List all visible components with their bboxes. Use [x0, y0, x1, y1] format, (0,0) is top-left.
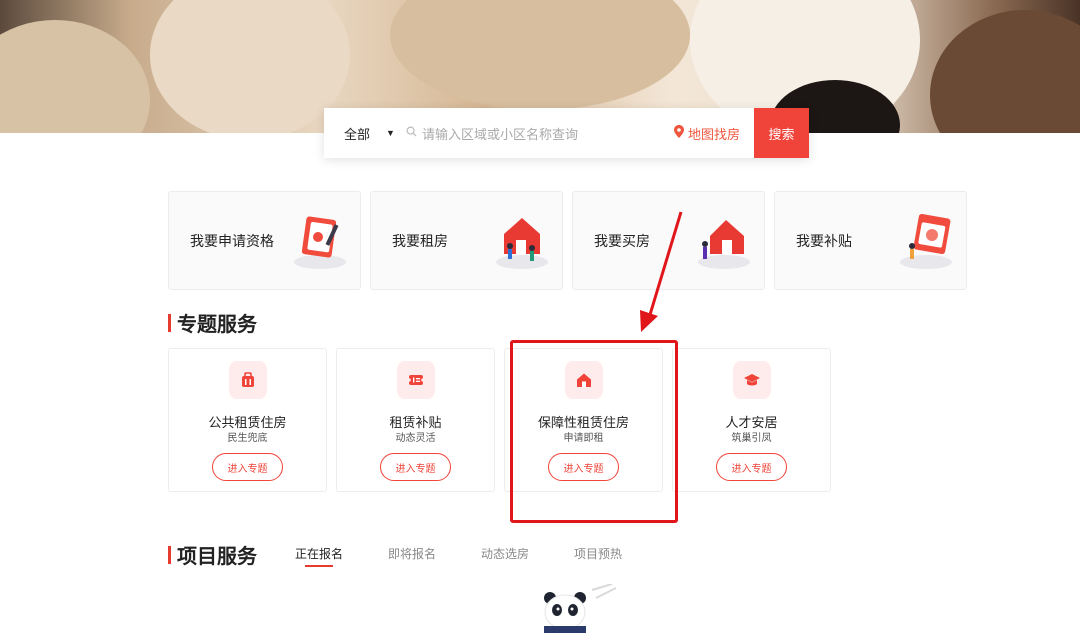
topic-cards: 公共租赁住房 民生兜底 进入专题 租赁补贴 动态灵活 进入专题 保障性租赁住房 … [168, 348, 831, 492]
ticket-icon [397, 361, 435, 399]
map-search-label: 地图找房 [687, 126, 740, 142]
rent-house-icon [496, 218, 548, 269]
topic-subtitle: 动态灵活 [395, 433, 436, 444]
search-bar: 全部 ▼ 请输入区域或小区名称查询 地图找房 搜索 [324, 108, 809, 158]
title-accent-bar [168, 545, 171, 564]
project-tabs: 正在报名 即将报名 动态选房 项目预热 [295, 545, 622, 567]
card-subsidy[interactable]: 我要补贴 [774, 191, 967, 290]
card-label: 我要买房 [594, 232, 650, 249]
search-input[interactable]: 请输入区域或小区名称查询 [406, 124, 674, 143]
tab-upcoming[interactable]: 即将报名 [388, 545, 436, 562]
project-section-title-text: 项目服务 [177, 546, 257, 568]
highlight-box [510, 340, 678, 523]
suitcase-icon [229, 361, 267, 399]
enter-topic-button[interactable]: 进入专题 [212, 453, 283, 481]
caret-down-icon: ▼ [386, 128, 395, 138]
hero-sofa-left [0, 20, 150, 133]
search-scope-label: 全部 [344, 126, 371, 142]
search-button[interactable]: 搜索 [754, 108, 809, 158]
quick-service-cards: 我要申请资格 我要租房 我要买房 我要补贴 [168, 191, 967, 290]
card-buy-house[interactable]: 我要买房 [572, 191, 765, 290]
topic-section-title: 专题服务 [168, 308, 257, 337]
buy-house-icon [698, 220, 750, 269]
tab-dynamic-selection[interactable]: 动态选房 [481, 545, 529, 562]
search-placeholder: 请输入区域或小区名称查询 [422, 126, 579, 142]
topic-subtitle: 筑巢引凤 [731, 433, 772, 444]
hero-sofa-right [930, 10, 1080, 133]
hero-blanket [390, 0, 690, 110]
search-scope-select[interactable]: 全部 ▼ [324, 124, 406, 143]
topic-rental-subsidy: 租赁补贴 动态灵活 进入专题 [336, 348, 495, 492]
hero-person-left [150, 0, 350, 133]
location-pin-icon [673, 125, 684, 141]
enter-topic-button[interactable]: 进入专题 [716, 453, 787, 481]
card-label: 我要申请资格 [190, 232, 274, 249]
subsidy-calendar-icon [900, 213, 952, 269]
enter-topic-button[interactable]: 进入专题 [380, 453, 451, 481]
card-rent-house[interactable]: 我要租房 [370, 191, 563, 290]
topic-public-rental: 公共租赁住房 民生兜底 进入专题 [168, 348, 327, 492]
project-section-title: 项目服务 [168, 540, 257, 569]
topic-section-title-text: 专题服务 [177, 314, 257, 336]
graduation-cap-icon [733, 361, 771, 399]
search-icon [406, 126, 417, 140]
tab-preview[interactable]: 项目预热 [574, 545, 622, 562]
panda-mascot-icon [544, 584, 617, 633]
map-search-link[interactable]: 地图找房 [673, 124, 740, 143]
card-label: 我要补贴 [796, 232, 852, 249]
title-accent-bar [168, 313, 171, 332]
card-apply-qualification[interactable]: 我要申请资格 [168, 191, 361, 290]
tab-signing-up[interactable]: 正在报名 [295, 545, 343, 567]
card-label: 我要租房 [392, 232, 448, 249]
application-form-icon [294, 216, 346, 269]
topic-subtitle: 民生兜底 [227, 433, 268, 444]
topic-talent-housing: 人才安居 筑巢引凤 进入专题 [672, 348, 831, 492]
